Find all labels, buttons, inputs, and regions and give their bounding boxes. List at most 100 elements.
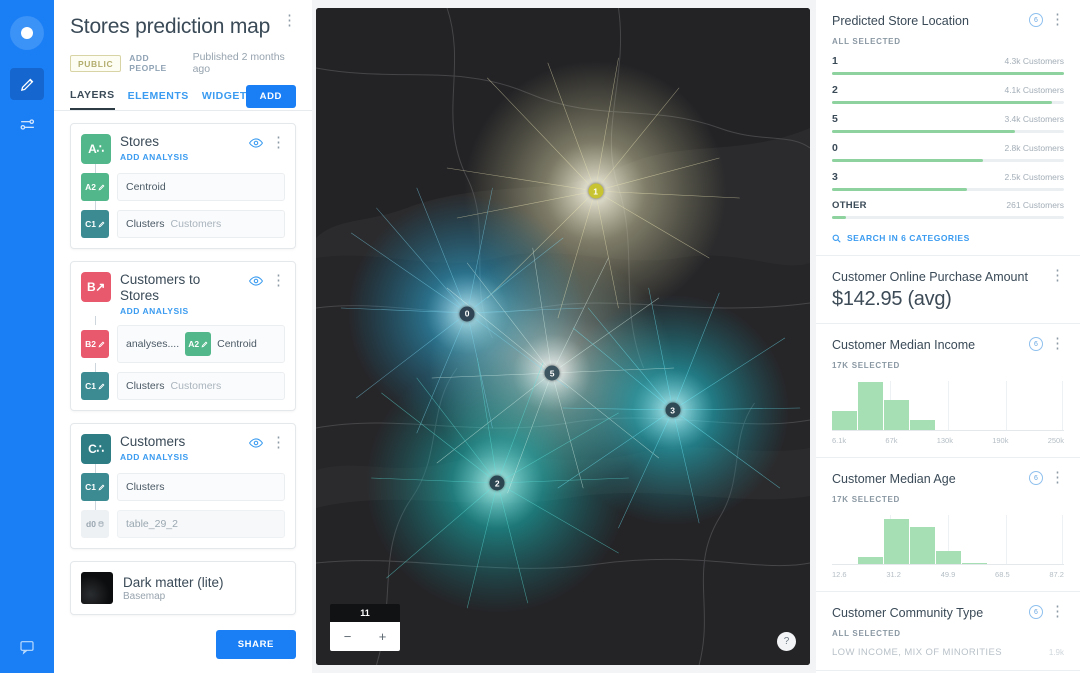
comment-button[interactable] bbox=[0, 639, 54, 655]
map-canvas[interactable]: 1 0 5 3 2 11 − + ? bbox=[316, 8, 810, 665]
zoom-in-button[interactable]: + bbox=[365, 622, 400, 651]
layer-kebab-menu[interactable]: ⋮ bbox=[271, 273, 286, 288]
layer-card-customers-to-stores[interactable]: B↗ Customers to Stores ADD ANALYSIS ⋮ B2… bbox=[70, 261, 296, 411]
category-bar-track bbox=[832, 188, 1064, 191]
histogram-axis bbox=[832, 564, 1064, 565]
map-marker[interactable]: 2 bbox=[489, 475, 505, 491]
community-row[interactable]: LOW INCOME, MIX OF MINORITIES 1.9k bbox=[832, 647, 1064, 658]
zoom-out-button[interactable]: − bbox=[330, 622, 365, 651]
basemap-card[interactable]: Dark matter (lite) Basemap bbox=[70, 561, 296, 615]
layers-list: A∴ Stores ADD ANALYSIS ⋮ A2 Centroid C1 … bbox=[70, 123, 296, 615]
category-name: 5 bbox=[832, 113, 838, 125]
histogram-bars bbox=[832, 515, 1064, 565]
histogram-ticks: 6.1k 67k 130k 190k 250k bbox=[832, 436, 1064, 445]
widget-online-purchase-amount: Customer Online Purchase Amount ⋮ $142.9… bbox=[816, 256, 1080, 324]
pencil-icon bbox=[98, 484, 105, 490]
widget-kebab-menu[interactable]: ⋮ bbox=[1050, 336, 1065, 351]
basemap-text: Dark matter (lite) Basemap bbox=[123, 575, 224, 602]
help-button[interactable]: ? bbox=[777, 632, 796, 651]
widget-kebab-menu[interactable]: ⋮ bbox=[1050, 268, 1065, 283]
analysis-chip-c1: C1 bbox=[81, 473, 109, 501]
tick-label: 31.2 bbox=[886, 570, 901, 579]
layer-card-customers[interactable]: C∴ Customers ADD ANALYSIS ⋮ C1 Clusters … bbox=[70, 423, 296, 549]
share-button[interactable]: SHARE bbox=[215, 630, 296, 659]
layer-kebab-menu[interactable]: ⋮ bbox=[271, 435, 286, 450]
app-logo[interactable] bbox=[10, 16, 44, 50]
analysis-row[interactable]: C1 Clusters Customers bbox=[81, 201, 285, 238]
map-marker[interactable]: 3 bbox=[665, 402, 681, 418]
category-row[interactable]: 0 2.8k Customers bbox=[832, 142, 1064, 162]
map-marker[interactable]: 0 bbox=[459, 306, 475, 321]
category-bar-track bbox=[832, 130, 1064, 133]
eye-icon[interactable] bbox=[249, 436, 263, 450]
add-layer-button[interactable]: ADD bbox=[245, 85, 296, 108]
sliders-icon bbox=[20, 118, 34, 130]
search-categories-link[interactable]: SEARCH IN 6 CATEGORIES bbox=[832, 233, 1064, 243]
layer-card-stores[interactable]: A∴ Stores ADD ANALYSIS ⋮ A2 Centroid C1 … bbox=[70, 123, 296, 249]
layer-name: Stores bbox=[120, 134, 160, 149]
add-analysis-link[interactable]: ADD ANALYSIS bbox=[120, 152, 240, 162]
widget-title: Predicted Store Location bbox=[832, 14, 969, 28]
category-bar-fill bbox=[832, 216, 846, 219]
add-analysis-link[interactable]: ADD ANALYSIS bbox=[120, 306, 240, 316]
chip-label: A2 bbox=[188, 339, 200, 349]
histogram-age[interactable] bbox=[832, 515, 1064, 565]
search-icon bbox=[832, 234, 841, 243]
add-people-link[interactable]: ADD PEOPLE bbox=[129, 53, 184, 73]
histogram-income[interactable] bbox=[832, 381, 1064, 431]
comment-icon bbox=[20, 641, 34, 655]
nested-chip-a2: A2 bbox=[185, 332, 212, 356]
analysis-row[interactable]: C1 Clusters Customers bbox=[81, 363, 285, 400]
tick-label: 68.5 bbox=[995, 570, 1010, 579]
category-count-badge[interactable]: 6 bbox=[1029, 337, 1043, 351]
tab-layers[interactable]: LAYERS bbox=[70, 89, 115, 110]
panel-divider bbox=[54, 110, 312, 111]
category-line: 0 2.8k Customers bbox=[832, 142, 1064, 154]
eye-icon[interactable] bbox=[249, 274, 263, 288]
tab-elements[interactable]: ELEMENTS bbox=[128, 90, 189, 109]
widget-header: Customer Median Age 6 ⋮ bbox=[832, 470, 1065, 487]
widget-tools: 6 ⋮ bbox=[1029, 12, 1065, 27]
analysis-label: analyses.... A2 Centroid bbox=[117, 325, 285, 363]
analysis-row[interactable]: B2 analyses.... A2 Centroid bbox=[81, 316, 285, 363]
source-row[interactable]: d0 table_29_2 bbox=[81, 501, 285, 538]
category-row[interactable]: 3 2.5k Customers bbox=[832, 171, 1064, 191]
edit-tool-button[interactable] bbox=[10, 68, 44, 100]
add-analysis-link[interactable]: ADD ANALYSIS bbox=[120, 452, 240, 462]
tick-label: 130k bbox=[936, 436, 953, 445]
category-value: 3.4k Customers bbox=[1004, 114, 1064, 124]
widget-kebab-menu[interactable]: ⋮ bbox=[1050, 604, 1065, 619]
category-count-badge[interactable]: 6 bbox=[1029, 605, 1043, 619]
category-count-badge[interactable]: 6 bbox=[1029, 471, 1043, 485]
category-bar-fill bbox=[832, 130, 1016, 133]
category-value: 4.1k Customers bbox=[1004, 85, 1064, 95]
widget-kebab-menu[interactable]: ⋮ bbox=[1050, 12, 1065, 27]
layer-title-wrap: Customers to Stores ADD ANALYSIS bbox=[120, 272, 240, 316]
category-row-other[interactable]: OTHER 261 Customers bbox=[832, 200, 1064, 219]
circle-dot-icon bbox=[21, 27, 33, 39]
widget-customer-median-income: Customer Median Income 6 ⋮ 17K SELECTED … bbox=[816, 324, 1080, 458]
widget-title: Customer Median Age bbox=[832, 472, 956, 486]
map-marker[interactable]: 5 bbox=[544, 365, 560, 381]
settings-tool-button[interactable] bbox=[10, 108, 44, 140]
community-value: 1.9k bbox=[1048, 648, 1064, 657]
category-row[interactable]: 5 3.4k Customers bbox=[832, 113, 1064, 133]
category-row[interactable]: 1 4.3k Customers bbox=[832, 55, 1064, 75]
analysis-label: Clusters Customers bbox=[117, 210, 285, 238]
layer-kebab-menu[interactable]: ⋮ bbox=[271, 135, 286, 150]
category-row[interactable]: 2 4.1k Customers bbox=[832, 84, 1064, 104]
category-name: OTHER bbox=[832, 200, 867, 211]
panel-kebab-menu[interactable]: ⋮ bbox=[282, 13, 297, 28]
database-icon bbox=[98, 521, 104, 527]
tick-label: 87.2 bbox=[1049, 570, 1064, 579]
analysis-name: Clusters bbox=[126, 218, 165, 230]
widget-kebab-menu[interactable]: ⋮ bbox=[1050, 470, 1065, 485]
analysis-row[interactable]: C1 Clusters bbox=[81, 464, 285, 501]
analysis-chip-a2: A2 bbox=[81, 173, 109, 201]
eye-icon[interactable] bbox=[249, 136, 263, 150]
community-name: LOW INCOME, MIX OF MINORITIES bbox=[832, 647, 1002, 658]
map-marker[interactable]: 1 bbox=[588, 183, 604, 199]
category-count-badge[interactable]: 6 bbox=[1029, 13, 1043, 27]
analysis-row[interactable]: A2 Centroid bbox=[81, 164, 285, 201]
nested-analysis: A2 Centroid bbox=[185, 332, 276, 356]
